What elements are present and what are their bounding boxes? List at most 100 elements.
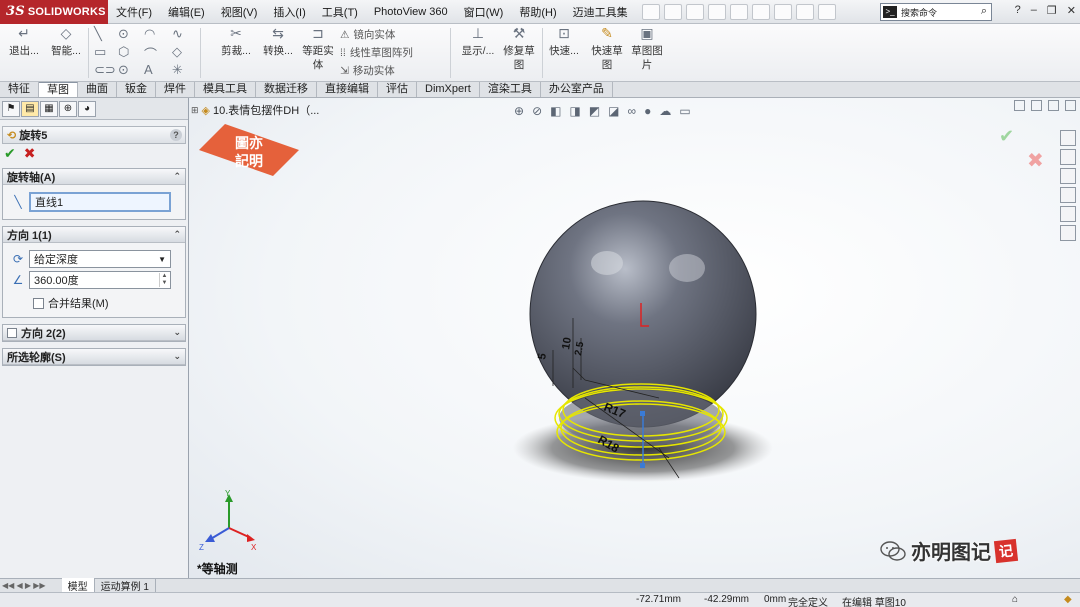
selected-contours-header[interactable]: 所选轮廓(S) ⌄ <box>3 349 185 365</box>
design-library-icon[interactable] <box>1060 149 1076 165</box>
expand-chevron-icon[interactable]: ⌄ <box>173 351 181 362</box>
custom-properties-icon[interactable] <box>1060 225 1076 241</box>
graphics-area[interactable]: ⊞ ◈ 10.表情包摆件DH（... ⊕ ⊘ ◧ ◨ ◩ ◪ ∞ ● ☁ ▭ ✔… <box>189 98 1080 578</box>
collapse-chevron-icon[interactable]: ⌃ <box>173 229 181 240</box>
restore-icon[interactable]: ❐ <box>1047 4 1057 17</box>
sketch-picture-button[interactable]: ▣ 草图图片 <box>628 26 666 72</box>
merge-result-checkbox[interactable]: 合并结果(M) <box>33 295 181 311</box>
view-triad[interactable]: Y X Z <box>199 489 257 552</box>
rectangle-icon[interactable]: ▭ <box>94 44 106 60</box>
direction1-header[interactable]: 方向 1(1) ⌃ <box>3 227 185 243</box>
menu-view[interactable]: 视图(V) <box>213 4 266 20</box>
property-manager-tab-icon[interactable]: ▤ <box>21 101 39 117</box>
help-button[interactable]: ? <box>170 129 182 141</box>
end-condition-select[interactable]: 给定深度 ▼ <box>29 250 171 268</box>
resources-icon[interactable] <box>1060 130 1076 146</box>
menu-file[interactable]: 文件(F) <box>108 4 160 20</box>
direction2-header[interactable]: 方向 2(2) ⌄ <box>3 325 185 341</box>
open-icon[interactable] <box>663 3 682 20</box>
display-relations-button[interactable]: ⊥ 显示/... <box>456 26 500 58</box>
tab-direct-editing[interactable]: 直接编辑 <box>317 82 378 97</box>
dimxpert-tab-icon[interactable]: ⊕ <box>59 101 77 117</box>
close-icon[interactable]: ✕ <box>1067 4 1076 17</box>
arc-icon[interactable]: ◠ <box>144 26 155 42</box>
collapse-chevron-icon[interactable]: ⌃ <box>173 171 181 182</box>
undo-icon[interactable] <box>729 3 748 20</box>
axis-endpoint[interactable] <box>640 411 645 416</box>
new-document-icon[interactable] <box>641 3 660 20</box>
menu-window[interactable]: 窗口(W) <box>456 4 512 20</box>
axis-group-header[interactable]: 旋转轴(A) ⌃ <box>3 169 185 185</box>
status-options-icon[interactable]: ◆ <box>1064 594 1072 605</box>
display-manager-tab-icon[interactable]: ◕ <box>78 101 96 117</box>
direction2-checkbox[interactable] <box>7 327 17 338</box>
file-explorer-icon[interactable] <box>1060 168 1076 184</box>
save-icon[interactable] <box>685 3 704 20</box>
tab-model[interactable]: 模型 <box>61 578 95 593</box>
cancel-x-icon[interactable]: ✖ <box>24 145 36 162</box>
menu-edit[interactable]: 编辑(E) <box>160 4 213 20</box>
exit-sketch-button[interactable]: ↵ 退出... <box>6 26 42 58</box>
tab-sheet-metal[interactable]: 钣金 <box>117 82 156 97</box>
reverse-direction-icon[interactable]: ⟳ <box>7 252 29 266</box>
menu-tools[interactable]: 工具(T) <box>314 4 366 20</box>
angle-input[interactable]: 360.00度 ▲ ▼ <box>29 271 171 289</box>
tab-sketch[interactable]: 草图 <box>39 82 78 97</box>
tab-weldments[interactable]: 焊件 <box>156 82 195 97</box>
tab-features[interactable]: 特征 <box>0 82 39 97</box>
polygon-icon[interactable]: ⬡ <box>118 44 129 60</box>
rebuild-status-icon[interactable]: ⌂ <box>1012 594 1018 605</box>
offset-entities-button[interactable]: ⊐ 等距实体 <box>300 26 336 72</box>
circle-icon[interactable]: ⊙ <box>118 26 129 42</box>
trim-entities-button[interactable]: ✂ 剪裁... <box>214 26 258 58</box>
menu-insert[interactable]: 插入(I) <box>265 4 313 20</box>
tab-evaluate[interactable]: 评估 <box>378 82 417 97</box>
tab-surfaces[interactable]: 曲面 <box>78 82 117 97</box>
configuration-tab-icon[interactable]: ▦ <box>40 101 58 117</box>
spin-arrows-icon[interactable]: ▲ ▼ <box>159 273 169 287</box>
tab-mold-tools[interactable]: 模具工具 <box>195 82 256 97</box>
tab-office-products[interactable]: 办公室产品 <box>541 82 613 97</box>
menu-maidi[interactable]: 迈迪工具集 <box>565 4 636 20</box>
rebuild-icon[interactable] <box>773 3 792 20</box>
checkbox-box[interactable] <box>33 297 44 309</box>
search-commands-input[interactable]: >_ 搜索命令 ⌕ <box>880 3 992 21</box>
appearances-icon[interactable] <box>1060 206 1076 222</box>
view-palette-icon[interactable] <box>1060 187 1076 203</box>
feature-tree-tab-icon[interactable]: ⚑ <box>2 101 20 117</box>
file-properties-icon[interactable] <box>795 3 814 20</box>
convert-entities-button[interactable]: ⇆ 转换... <box>258 26 298 58</box>
search-icon[interactable]: ⌕ <box>981 5 987 18</box>
tab-render-tools[interactable]: 渲染工具 <box>480 82 541 97</box>
tab-dimxpert[interactable]: DimXpert <box>417 82 480 97</box>
expand-chevron-icon[interactable]: ⌄ <box>173 327 181 338</box>
axis-selection-field[interactable]: 直线1 <box>29 192 171 212</box>
point-icon[interactable]: ✳ <box>172 62 183 78</box>
dim-label-10[interactable]: 10 <box>560 336 574 350</box>
print-icon[interactable] <box>707 3 726 20</box>
text-icon[interactable]: A <box>144 62 153 77</box>
ellipse-icon[interactable]: ⊙ <box>118 62 129 78</box>
ok-check-icon[interactable]: ✔ <box>4 145 16 162</box>
rapid-sketch-button[interactable]: ✎ 快速草图 <box>588 26 626 72</box>
line-icon[interactable]: ╲ <box>94 26 102 42</box>
axis-endpoint[interactable] <box>640 463 645 468</box>
mirror-entities-button[interactable]: ⚠ 镜向实体 <box>340 27 395 42</box>
plane-icon[interactable]: ◇ <box>172 44 182 60</box>
repair-sketch-button[interactable]: ⚒ 修复草图 <box>500 26 538 72</box>
help-icon[interactable]: ? <box>1015 4 1021 17</box>
fillet-icon[interactable]: ⌒ <box>144 44 157 63</box>
linear-pattern-button[interactable]: ⁞⁞ 线性草图阵列 <box>340 45 413 60</box>
options-icon[interactable] <box>817 3 836 20</box>
spline-icon[interactable]: ∿ <box>172 26 183 42</box>
move-entities-button[interactable]: ⇲ 移动实体 <box>340 63 395 78</box>
tab-motion-study[interactable]: 运动算例 1 <box>95 578 156 593</box>
menu-photoview[interactable]: PhotoView 360 <box>366 6 456 18</box>
quick-snaps-button[interactable]: ⊡ 快速... <box>546 26 582 58</box>
tab-nav-arrows-icon[interactable]: ◀◀ ◀ ▶ ▶▶ <box>2 581 46 590</box>
minimize-icon[interactable]: – <box>1031 4 1037 17</box>
menu-help[interactable]: 帮助(H) <box>511 4 564 20</box>
tab-data-migration[interactable]: 数据迁移 <box>256 82 317 97</box>
select-icon[interactable] <box>751 3 770 20</box>
slot-icon[interactable]: ⊂⊃ <box>94 62 116 78</box>
